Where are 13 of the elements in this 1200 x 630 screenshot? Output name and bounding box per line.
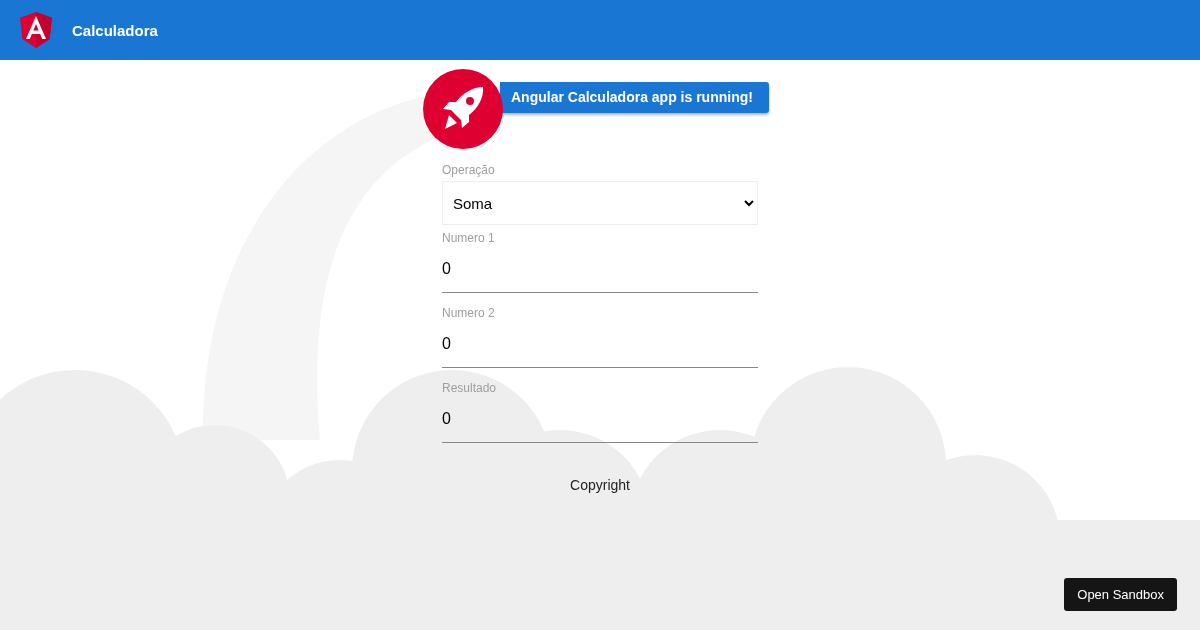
open-sandbox-button[interactable]: Open Sandbox bbox=[1064, 578, 1177, 611]
copyright-text: Copyright bbox=[569, 477, 631, 493]
angular-logo-icon bbox=[20, 12, 52, 48]
running-banner: Angular Calculadora app is running! bbox=[500, 82, 769, 113]
field-label: Resultado bbox=[442, 381, 498, 395]
number-input[interactable]: 0 bbox=[442, 395, 758, 443]
operation-select[interactable]: Soma bbox=[442, 181, 758, 225]
field-label: Operação bbox=[442, 163, 496, 177]
number-input[interactable]: 0 bbox=[442, 245, 758, 293]
app-title: Calculadora bbox=[72, 21, 158, 39]
field-label: Numero 2 bbox=[442, 306, 496, 320]
field-label: Numero 1 bbox=[442, 231, 496, 245]
number-input[interactable]: 0 bbox=[442, 320, 758, 368]
